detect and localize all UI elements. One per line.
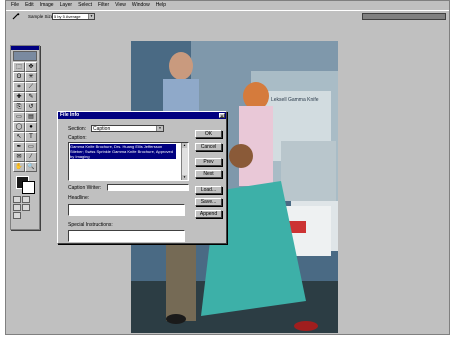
notes-tool-icon[interactable]: ✉	[13, 152, 25, 162]
menu-layer[interactable]: Layer	[57, 1, 76, 9]
marquee-tool-icon[interactable]: ⬚	[13, 62, 25, 72]
caption-text: Gamma Knife Brochure, Drs. Huang Ellis J…	[70, 144, 176, 159]
path-select-tool-icon[interactable]: ↖	[13, 132, 25, 142]
menu-help[interactable]: Help	[153, 1, 169, 9]
caption-textarea[interactable]: Gamma Knife Brochure, Drs. Huang Ellis J…	[68, 142, 189, 181]
caption-writer-label: Caption Writer:	[68, 185, 102, 191]
load-button[interactable]: Load...	[195, 186, 222, 194]
menu-bar: File Edit Image Layer Select Filter View…	[6, 1, 449, 9]
section-select[interactable]: Caption ▼	[91, 125, 164, 132]
menu-edit[interactable]: Edit	[22, 1, 37, 9]
palette-well[interactable]	[362, 13, 446, 20]
close-icon[interactable]: ×	[219, 113, 225, 119]
tool-grid: ⬚ ✥ ʘ ✳ ⌗ ⟋ ✚ ✎ ⎘ ↺ ▭ ▤ ◯ ● ↖ T ✒ ▭ ✉ ⁄ ✋ 🔍	[13, 62, 37, 172]
caption-scrollbar[interactable]: ▲ ▼	[181, 143, 188, 180]
menu-file[interactable]: File	[8, 1, 22, 9]
special-instructions-field[interactable]	[68, 230, 185, 242]
scroll-down-icon[interactable]: ▼	[182, 175, 187, 180]
color-swatches	[13, 174, 37, 194]
section-label: Section:	[68, 126, 87, 132]
history-brush-tool-icon[interactable]: ↺	[25, 102, 37, 112]
photo-wall-sign: Leksell Gamma Knife	[271, 97, 319, 103]
sample-size-select[interactable]: 5 by 5 Average ▼	[52, 13, 95, 20]
lasso-tool-icon[interactable]: ʘ	[13, 72, 25, 82]
eyedropper-tool-icon[interactable]: ⁄	[25, 152, 37, 162]
headline-field[interactable]	[68, 204, 185, 216]
caption-writer-field[interactable]	[107, 184, 189, 191]
special-instructions-label: Special Instructions:	[68, 222, 113, 228]
menu-view[interactable]: View	[112, 1, 129, 9]
cancel-button[interactable]: Cancel	[195, 143, 222, 151]
zoom-tool-icon[interactable]: 🔍	[25, 162, 37, 172]
toolbox-palette: ⬚ ✥ ʘ ✳ ⌗ ⟋ ✚ ✎ ⎘ ↺ ▭ ▤ ◯ ● ↖ T ✒ ▭ ✉ ⁄ ✋ 🔍	[10, 45, 40, 230]
eraser-tool-icon[interactable]: ▭	[13, 112, 25, 122]
dialog-title: File Info	[60, 112, 80, 118]
scroll-up-icon[interactable]: ▲	[182, 143, 187, 148]
prev-button[interactable]: Prev	[195, 158, 222, 166]
brush-tool-icon[interactable]: ✎	[25, 92, 37, 102]
shape-tool-icon[interactable]: ▭	[25, 142, 37, 152]
caption-label: Caption:	[68, 135, 87, 141]
pen-tool-icon[interactable]: ✒	[13, 142, 25, 152]
screen-mode-full-icon[interactable]	[22, 204, 30, 211]
screen-mode-row	[13, 204, 37, 211]
chevron-down-icon: ▼	[88, 14, 94, 19]
sample-size-label: Sample Size:	[28, 14, 55, 19]
menu-filter[interactable]: Filter	[95, 1, 112, 9]
headline-label: Headline:	[68, 195, 90, 201]
stamp-tool-icon[interactable]: ⎘	[13, 102, 25, 112]
menu-image[interactable]: Image	[37, 1, 57, 9]
move-tool-icon[interactable]: ✥	[25, 62, 37, 72]
background-color-swatch[interactable]	[22, 181, 35, 194]
save-button[interactable]: Save...	[195, 198, 222, 206]
healing-tool-icon[interactable]: ✚	[13, 92, 25, 102]
next-button[interactable]: Next	[195, 170, 222, 178]
blur-tool-icon[interactable]: ◯	[13, 122, 25, 132]
hand-tool-icon[interactable]: ✋	[13, 162, 25, 172]
file-info-dialog: File Info × Section: Caption ▼ Caption: …	[57, 111, 227, 244]
eyedropper-icon[interactable]	[12, 13, 20, 20]
jump-to-imageready-icon[interactable]	[13, 212, 21, 219]
chevron-down-icon: ▼	[156, 126, 163, 131]
toolbox-title-bar[interactable]	[11, 46, 39, 50]
append-button[interactable]: Append	[195, 210, 222, 218]
magic-wand-tool-icon[interactable]: ✳	[25, 72, 37, 82]
menu-select[interactable]: Select	[75, 1, 95, 9]
slice-tool-icon[interactable]: ⟋	[25, 82, 37, 92]
mask-mode-row	[13, 196, 37, 203]
crop-tool-icon[interactable]: ⌗	[13, 82, 25, 92]
menu-window[interactable]: Window	[129, 1, 153, 9]
standard-mode-icon[interactable]	[13, 196, 21, 203]
quick-mask-icon[interactable]	[22, 196, 30, 203]
adobe-logo-icon[interactable]	[13, 51, 37, 61]
screen-mode-standard-icon[interactable]	[13, 204, 21, 211]
dodge-tool-icon[interactable]: ●	[25, 122, 37, 132]
section-value: Caption	[93, 126, 111, 132]
sample-size-value: 5 by 5 Average	[54, 14, 81, 19]
gradient-tool-icon[interactable]: ▤	[25, 112, 37, 122]
jump-row	[13, 212, 37, 219]
ok-button[interactable]: OK	[195, 130, 222, 138]
dialog-title-bar[interactable]: File Info ×	[58, 112, 226, 119]
type-tool-icon[interactable]: T	[25, 132, 37, 142]
